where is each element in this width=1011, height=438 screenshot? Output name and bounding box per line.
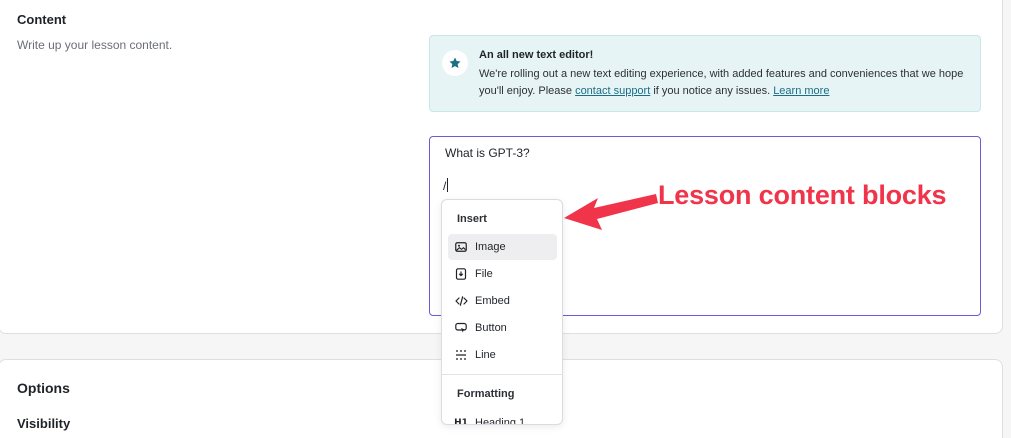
annotation-arrow-icon [564,194,658,230]
new-editor-notice: An all new text editor! We're rolling ou… [429,35,981,112]
menu-heading-insert: Insert [457,213,487,225]
content-section-description: Write up your lesson content. [17,38,173,52]
button-icon [454,321,468,335]
menu-item-label: File [475,268,493,280]
menu-item-file[interactable]: File [448,261,557,287]
notice-title: An all new text editor! [479,49,594,61]
visibility-label: Visibility [17,416,71,431]
learn-more-link[interactable]: Learn more [773,85,829,97]
menu-item-heading-1[interactable]: H1 Heading 1 [448,410,557,425]
menu-item-image[interactable]: Image [448,234,557,260]
content-section-title: Content [17,12,67,27]
menu-item-label: Embed [475,295,510,307]
options-section-title: Options [17,380,70,396]
menu-divider [442,374,562,375]
menu-item-embed[interactable]: Embed [448,288,557,314]
notice-text-middle: if you notice any issues. [650,85,774,97]
menu-item-line[interactable]: Line [448,342,557,368]
menu-heading-formatting: Formatting [457,388,515,400]
insert-block-menu: Insert Image File Embed Button Line Form… [441,199,563,425]
image-icon [454,240,468,254]
menu-item-label: Heading 1 [475,417,526,425]
code-icon [454,294,468,308]
text-caret [447,178,449,192]
line-icon [454,348,468,362]
slash-command: / [443,179,447,193]
star-icon [442,50,468,76]
contact-support-link[interactable]: contact support [575,85,650,97]
editor-line-1[interactable]: What is GPT-3? [445,146,530,160]
menu-item-button[interactable]: Button [448,315,557,341]
menu-item-label: Button [475,322,507,334]
editor-line-2[interactable]: / [443,178,449,193]
annotation-label: Lesson content blocks [658,180,947,210]
notice-body: We're rolling out a new text editing exp… [479,66,969,100]
file-icon [454,267,468,281]
heading-1-icon: H1 [454,418,468,425]
menu-item-label: Image [475,241,506,253]
menu-item-label: Line [475,349,496,361]
